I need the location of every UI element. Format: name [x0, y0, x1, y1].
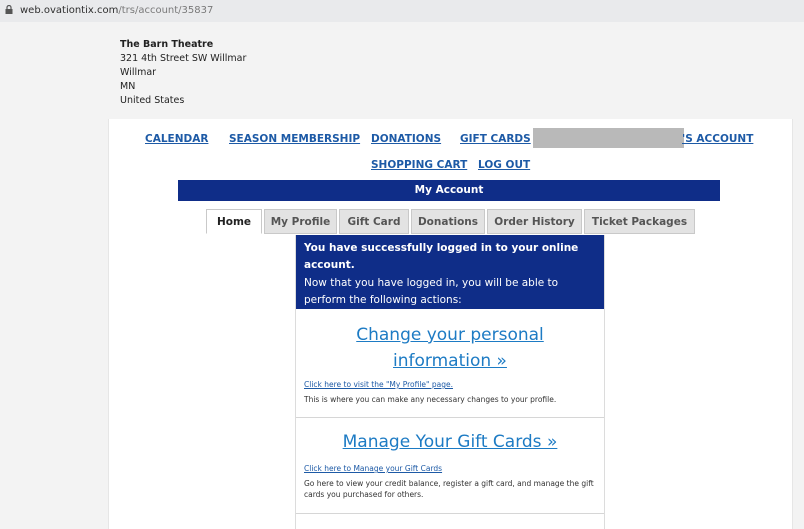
venue-city: Willmar	[120, 67, 157, 78]
page-title: My Account	[178, 180, 720, 201]
section-divider	[296, 513, 604, 514]
lock-icon	[5, 5, 13, 14]
nav-donations[interactable]: DONATIONS	[371, 133, 441, 145]
nav-account[interactable]: 'S ACCOUNT	[682, 133, 753, 145]
home-content: You have successfully logged in to your …	[295, 235, 605, 529]
venue-country: United States	[120, 95, 185, 106]
nav-calendar[interactable]: CALENDAR	[145, 133, 208, 145]
nav-season-membership[interactable]: SEASON MEMBERSHIP	[229, 133, 360, 145]
venue-state: MN	[120, 81, 136, 92]
nav-gift-cards[interactable]: GIFT CARDS	[460, 133, 531, 145]
nav-log-out[interactable]: LOG OUT	[478, 159, 530, 171]
manage-gift-cards-title[interactable]: Manage Your Gift Cards »	[296, 429, 604, 455]
login-notice-text: Now that you have logged in, you will be…	[304, 277, 559, 306]
tab-order-history[interactable]: Order History	[487, 209, 582, 234]
redacted-name	[533, 128, 684, 148]
venue-address: The Barn Theatre 321 4th Street SW Willm…	[120, 38, 246, 108]
tab-home[interactable]: Home	[206, 209, 262, 234]
tab-ticket-packages[interactable]: Ticket Packages	[584, 209, 695, 234]
tab-gift-card[interactable]: Gift Card	[339, 209, 409, 234]
tab-my-profile[interactable]: My Profile	[264, 209, 337, 234]
manage-gift-cards-link[interactable]: Click here to Manage your Gift Cards	[304, 464, 442, 473]
my-profile-link[interactable]: Click here to visit the "My Profile" pag…	[304, 380, 453, 389]
section-divider	[296, 417, 604, 418]
url-path: /trs/account/35837	[118, 5, 214, 16]
url-text[interactable]: web.ovationtix.com/trs/account/35837	[20, 5, 213, 16]
venue-street: 321 4th Street SW Willmar	[120, 53, 247, 64]
login-notice-heading: You have successfully logged in to your …	[304, 242, 579, 271]
nav-shopping-cart[interactable]: SHOPPING CART	[371, 159, 467, 171]
login-notice: You have successfully logged in to your …	[296, 235, 604, 309]
address-bar[interactable]: web.ovationtix.com/trs/account/35837	[0, 0, 804, 22]
venue-name: The Barn Theatre	[120, 39, 214, 50]
url-host: web.ovationtix.com	[20, 5, 119, 16]
gift-cards-description: Go here to view your credit balance, reg…	[304, 479, 594, 499]
change-info-title[interactable]: Change your personal information »	[346, 322, 554, 374]
tab-donations[interactable]: Donations	[411, 209, 485, 234]
my-profile-description: This is where you can make any necessary…	[304, 395, 557, 404]
